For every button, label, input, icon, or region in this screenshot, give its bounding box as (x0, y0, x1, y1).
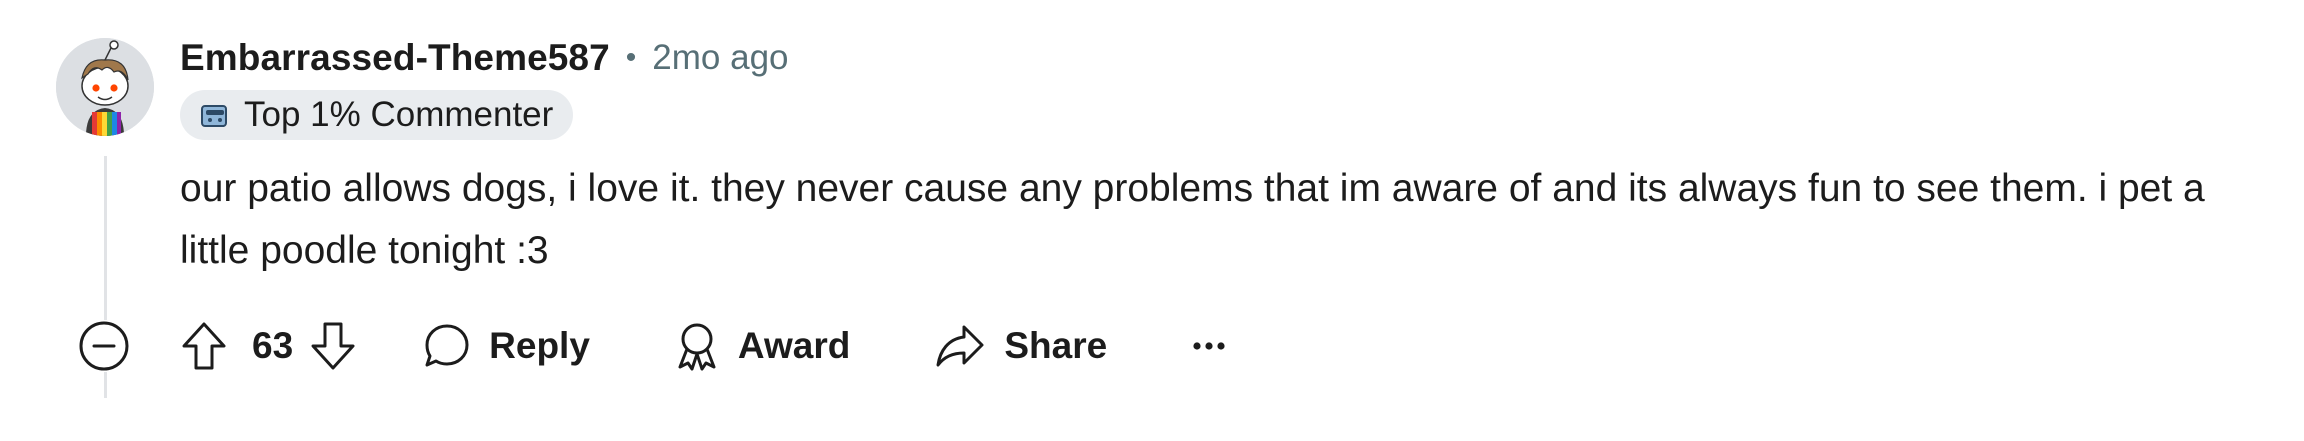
award-button[interactable]: Award (674, 314, 850, 378)
comment-header: Embarrassed-Theme587 • 2mo ago (180, 34, 789, 82)
commenter-badge-icon (201, 105, 227, 127)
vote-score: 63 (252, 325, 294, 366)
author-username[interactable]: Embarrassed-Theme587 (180, 37, 610, 79)
reply-button[interactable]: Reply (423, 314, 590, 378)
reply-label: Reply (489, 325, 590, 366)
share-button[interactable]: Share (934, 314, 1107, 378)
action-bar: 63 Reply Award Share (178, 314, 1229, 378)
arrow-up-icon (182, 322, 226, 370)
ellipsis-icon (1193, 342, 1225, 350)
award-label: Award (737, 325, 851, 366)
share-label: Share (1004, 325, 1108, 366)
comment-text: our patio allows dogs, i love it. they n… (180, 167, 2205, 272)
comment-body: our patio allows dogs, i love it. they n… (180, 158, 2270, 282)
meta-separator: • (625, 41, 637, 74)
downvote-button[interactable] (307, 314, 359, 378)
snoo-avatar-icon (56, 38, 154, 136)
avatar[interactable] (56, 38, 154, 136)
more-options-button[interactable] (1189, 314, 1229, 378)
flair-label: Top 1% Commenter (244, 95, 554, 134)
minus-circle-icon (79, 321, 129, 371)
award-ribbon-icon (678, 323, 716, 371)
arrow-down-icon (311, 322, 355, 370)
upvote-button[interactable] (178, 314, 230, 378)
user-flair: Top 1% Commenter (180, 90, 574, 140)
speech-bubble-icon (425, 324, 469, 367)
collapse-button[interactable] (78, 320, 130, 372)
share-arrow-icon (936, 325, 984, 367)
timestamp[interactable]: 2mo ago (652, 38, 788, 78)
